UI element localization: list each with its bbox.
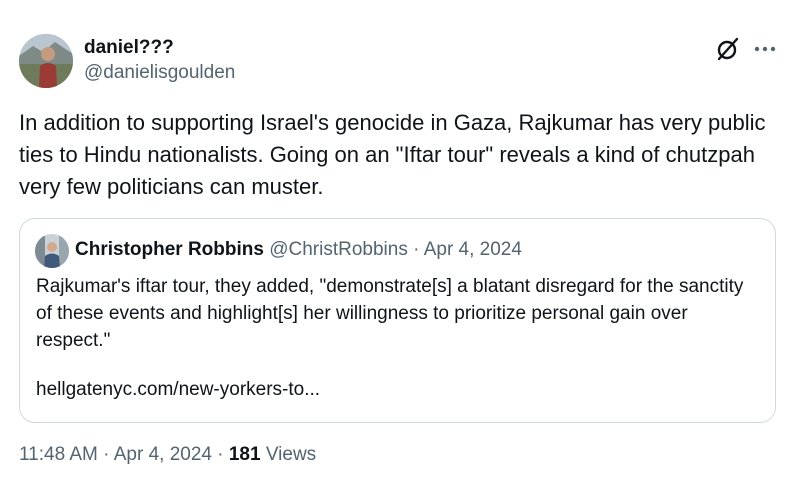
quoted-date[interactable]: Apr 4, 2024 [424, 239, 522, 260]
tweet: daniel??? @danielisgoulden In addition t… [0, 0, 800, 496]
author-name[interactable]: daniel??? [84, 37, 174, 59]
author-avatar[interactable] [19, 34, 73, 88]
tweet-footer: 11:48 AM · Apr 4, 2024 · 181 Views [19, 444, 316, 466]
more-options-icon[interactable] [752, 36, 778, 62]
tweet-text: In addition to supporting Israel's genoc… [19, 110, 766, 199]
quoted-header: Christopher Robbins @ChristRobbins · Apr… [75, 239, 522, 261]
footer-separator: · [97, 444, 114, 465]
quoted-text: Rajkumar's iftar tour, they added, "demo… [36, 276, 744, 351]
grok-icon[interactable] [715, 36, 741, 62]
tweet-date[interactable]: Apr 4, 2024 [114, 444, 212, 465]
views-label: Views [265, 444, 317, 465]
tweet-time[interactable]: 11:48 AM [19, 444, 98, 465]
quoted-tweet[interactable]: Christopher Robbins @ChristRobbins · Apr… [19, 218, 776, 423]
quoted-author-name[interactable]: Christopher Robbins [75, 239, 264, 260]
quoted-author-avatar[interactable] [35, 234, 69, 268]
quoted-link[interactable]: hellgatenyc.com/new-yorkers-to... [36, 379, 320, 401]
views-count: 181 [228, 444, 261, 465]
quoted-author-handle[interactable]: @ChristRobbins [269, 239, 408, 260]
footer-separator-2: · [211, 444, 229, 465]
author-handle[interactable]: @danielisgoulden [84, 62, 235, 84]
quoted-separator: · [407, 239, 424, 260]
